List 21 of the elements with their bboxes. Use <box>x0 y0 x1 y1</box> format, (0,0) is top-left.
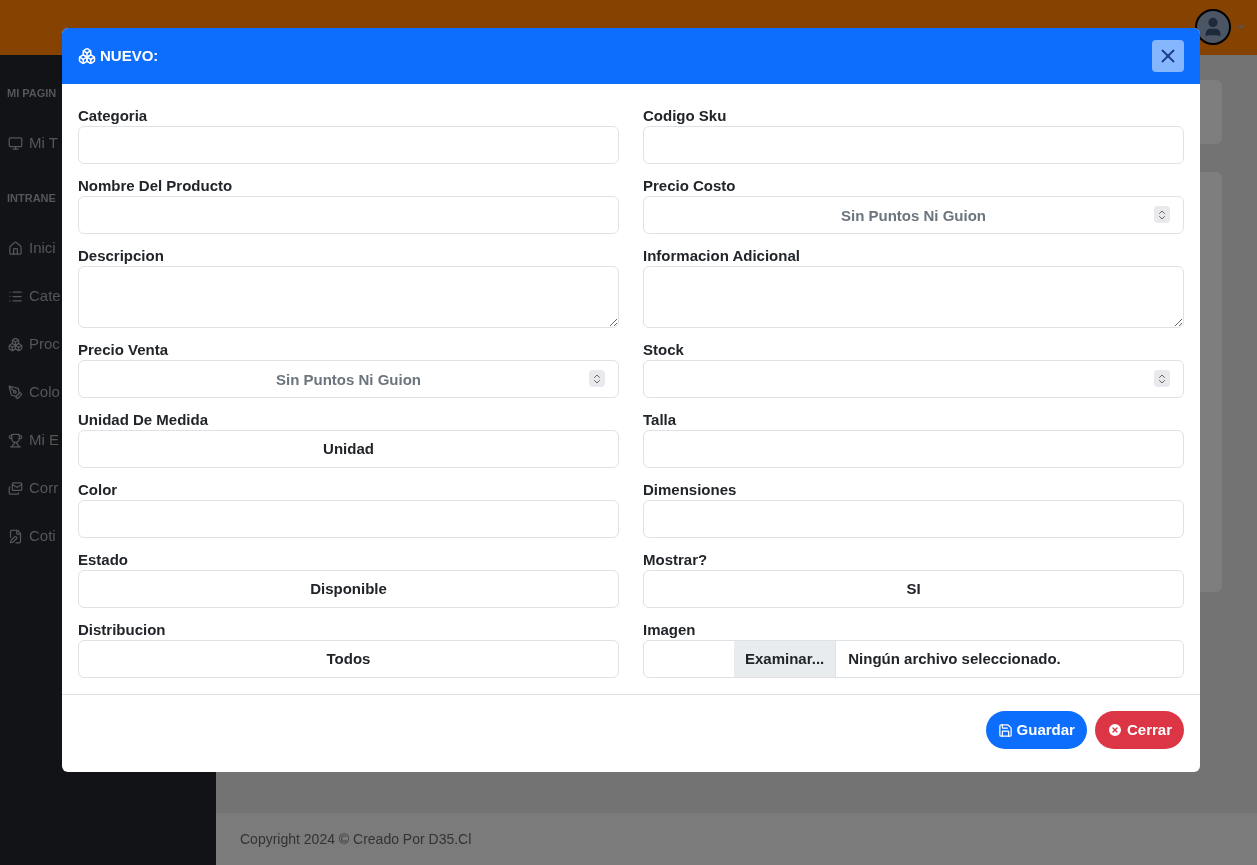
field-label: Categoria <box>78 106 149 126</box>
copyright-text: Copyright 2024 © Creado Por D35.Cl <box>240 829 472 849</box>
field-label: Informacion Adicional <box>643 246 801 266</box>
field-label: Nombre Del Producto <box>78 176 234 196</box>
file-status: Ningún archivo seleccionado. <box>847 648 1062 669</box>
field-label: Dimensiones <box>643 480 738 500</box>
field-label: Precio Costo <box>643 176 737 196</box>
sidebar-heading: MI PAGIN <box>6 86 58 101</box>
field-label: Stock <box>643 340 685 360</box>
field-label: Talla <box>643 410 678 430</box>
field-label: Descripcion <box>78 246 165 266</box>
field-label: Precio Venta <box>78 340 170 360</box>
field-label: Imagen <box>643 620 697 640</box>
sidebar-heading: INTRANE <box>6 190 57 206</box>
field-label: Unidad De Medida <box>78 410 209 430</box>
field-label: Codigo Sku <box>643 106 728 126</box>
field-label: Mostrar? <box>643 550 709 570</box>
field-label: Distribucion <box>78 620 167 640</box>
modal-title: NUEVO: <box>100 45 159 66</box>
field-label: Estado <box>78 550 129 570</box>
field-label: Color <box>78 480 119 500</box>
